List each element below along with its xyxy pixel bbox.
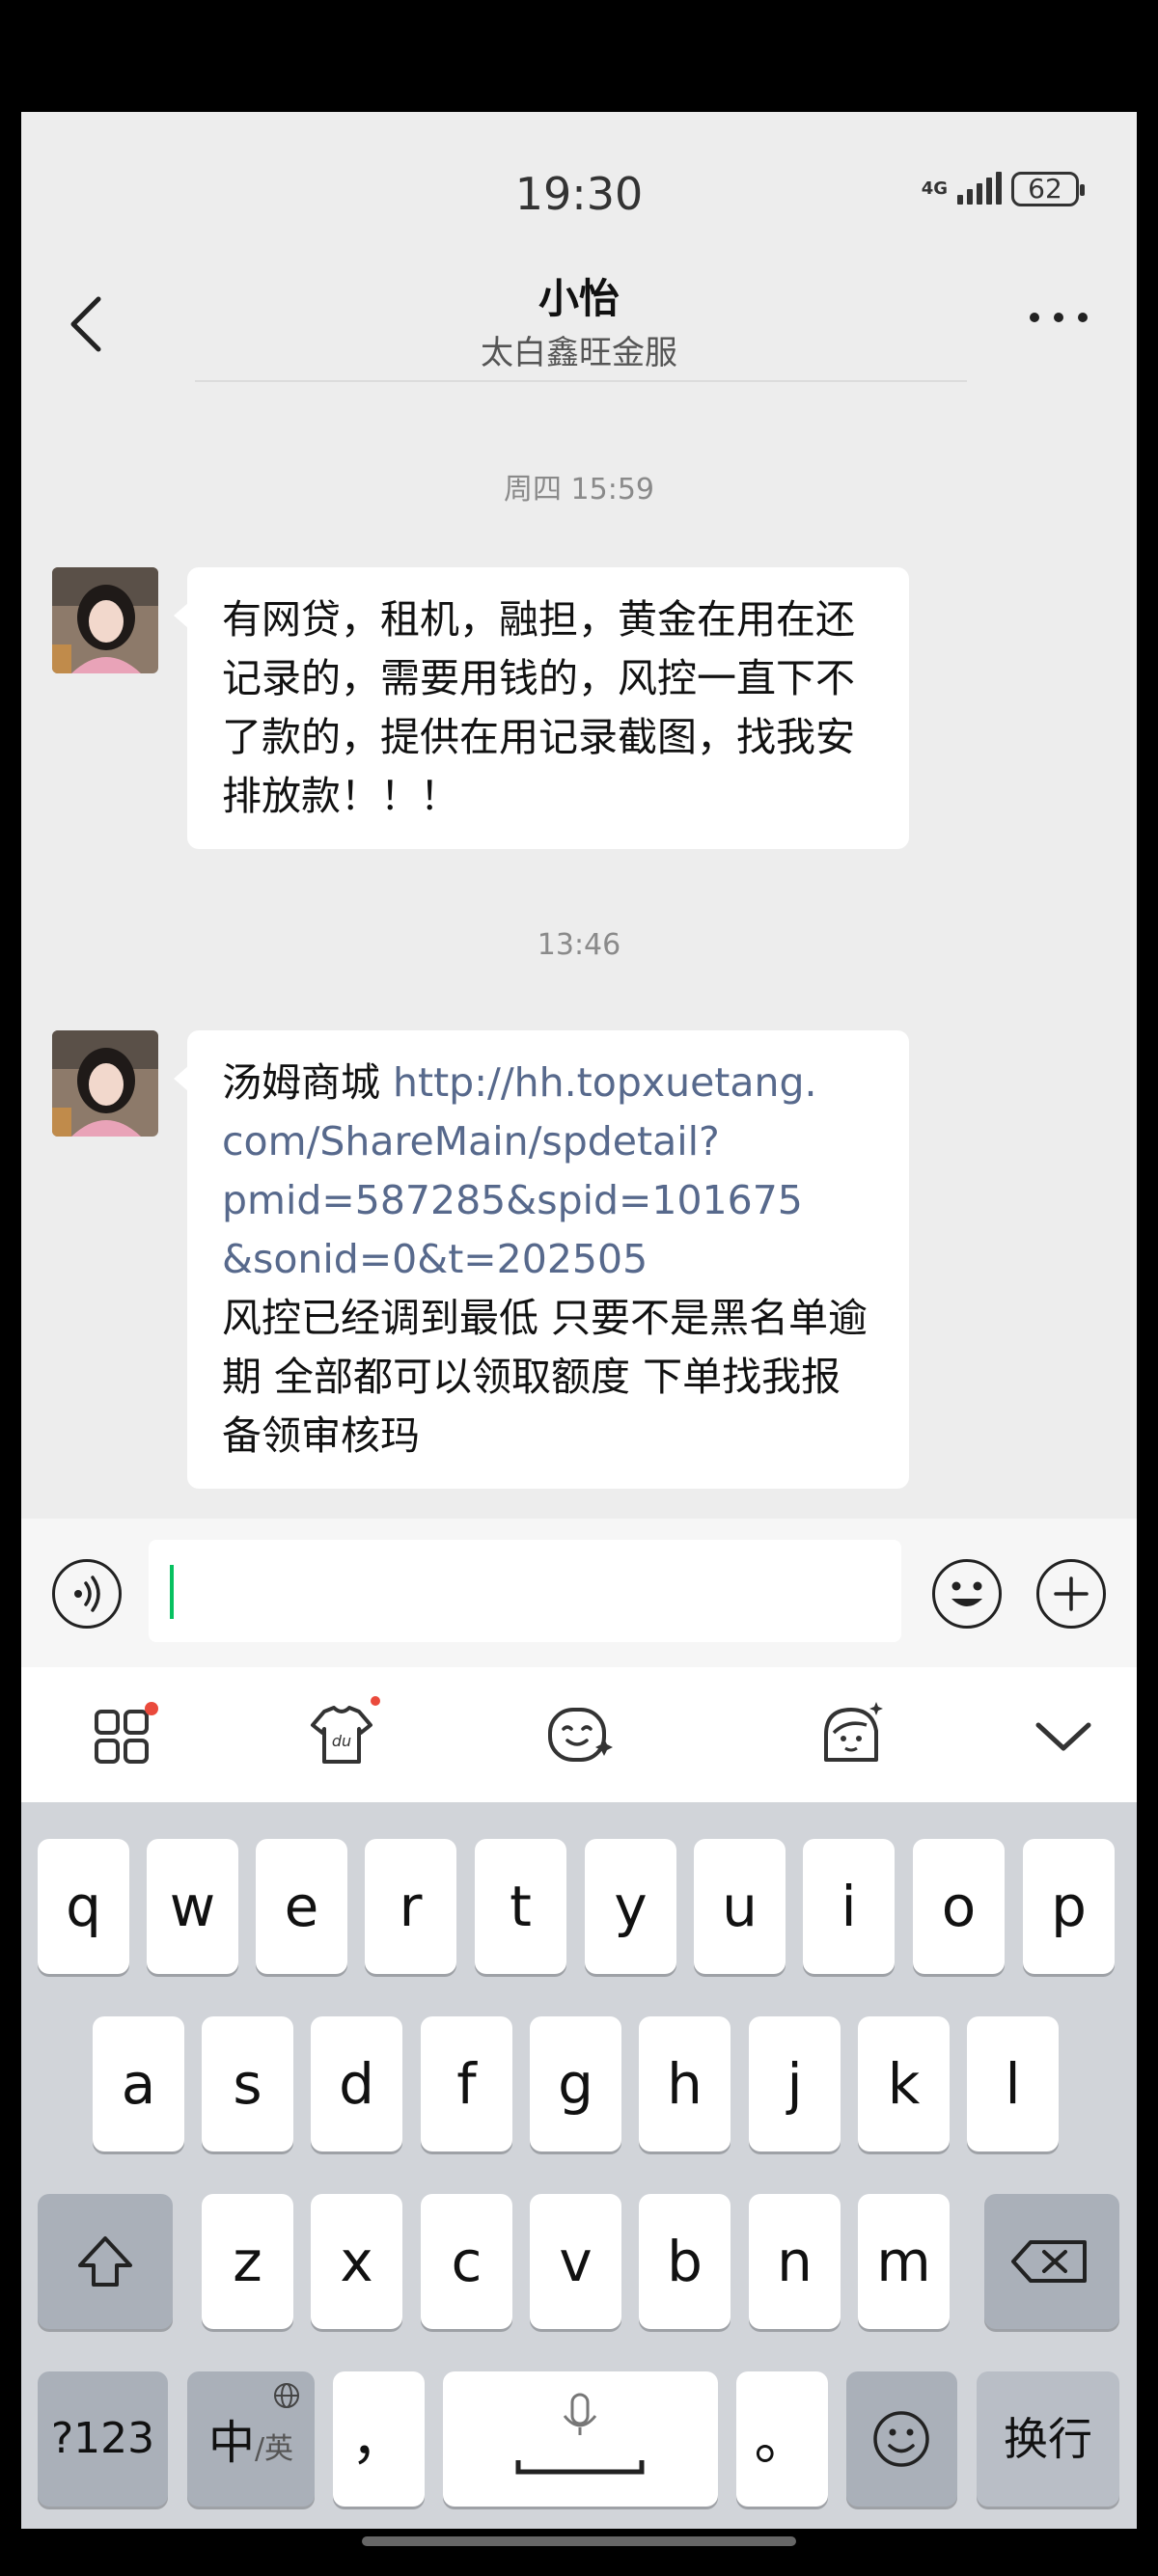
key-n[interactable]: n (749, 2194, 841, 2329)
text-caret (170, 1565, 174, 1619)
network-label: 4G (921, 178, 948, 199)
globe-icon (274, 2383, 299, 2408)
emoji-key[interactable] (846, 2371, 957, 2507)
key-j[interactable]: j (749, 2016, 841, 2151)
avatar[interactable] (52, 1030, 158, 1137)
key-h[interactable]: h (639, 2016, 731, 2151)
key-e[interactable]: e (256, 1839, 347, 1974)
key-d[interactable]: d (311, 2016, 402, 2151)
emoji-button[interactable] (932, 1559, 1002, 1629)
backspace-icon (1011, 2240, 1087, 2283)
language-key-alt: /英 (254, 2432, 294, 2466)
battery-level: 62 (1028, 173, 1062, 205)
voice-input-button[interactable] (52, 1559, 122, 1629)
phone-screen: 19:30 4G 62 小怡 太白鑫旺金服 周四 15:59 有网贷，租机，融担… (21, 112, 1137, 2529)
smile-icon (951, 1581, 982, 1606)
battery-icon: 62 (1011, 172, 1085, 206)
comma-key[interactable]: ， (333, 2371, 425, 2507)
key-l[interactable]: l (967, 2016, 1059, 2151)
more-icon (1030, 313, 1088, 322)
key-p[interactable]: p (1023, 1839, 1115, 1974)
message-text-suffix: 风控已经调到最低 只要不是黑名单逾期 全部都可以领取额度 下单找我报备领审核玛 (222, 1295, 868, 1459)
key-t[interactable]: t (475, 1839, 566, 1974)
keyboard-toolbar: du (21, 1667, 1137, 1802)
key-y[interactable]: y (585, 1839, 676, 1974)
space-key[interactable] (443, 2371, 718, 2507)
key-q[interactable]: q (38, 1839, 129, 1974)
key-i[interactable]: i (803, 1839, 895, 1974)
svg-text:du: du (332, 1732, 351, 1750)
skin-button[interactable]: du (303, 1696, 380, 1773)
status-icons: 4G 62 (922, 172, 1085, 206)
notification-dot (371, 1696, 380, 1706)
key-o[interactable]: o (913, 1839, 1005, 1974)
message-text: 有网贷，租机，融担，黄金在用在还记录的，需要用钱的，风控一直下不了款的，提供在用… (222, 596, 855, 819)
signal-icon (957, 172, 1002, 205)
sticker-face-icon (824, 1702, 883, 1762)
key-r[interactable]: r (365, 1839, 456, 1974)
emoticon-button[interactable] (540, 1696, 618, 1773)
key-k[interactable]: k (858, 2016, 950, 2151)
network-indicator: 4G (922, 180, 948, 198)
soft-keyboard: q w e r t y u i o p a s d f g h j k l z … (21, 1802, 1137, 2529)
language-key[interactable]: 中/英 (187, 2371, 315, 2507)
key-v[interactable]: v (530, 2194, 621, 2329)
message-timestamp: 周四 15:59 (504, 473, 654, 507)
key-w[interactable]: w (147, 1839, 238, 1974)
message-bubble[interactable]: 有网贷，租机，融担，黄金在用在还记录的，需要用钱的，风控一直下不了款的，提供在用… (174, 567, 909, 849)
key-s[interactable]: s (202, 2016, 293, 2151)
key-f[interactable]: f (421, 2016, 512, 2151)
shift-icon (78, 2236, 132, 2287)
input-bar (21, 1519, 1137, 1673)
avatar[interactable] (52, 567, 158, 673)
collapse-keyboard-button[interactable] (1025, 1696, 1102, 1773)
enter-key[interactable]: 换行 (977, 2371, 1119, 2507)
key-u[interactable]: u (694, 1839, 786, 1974)
emoticon-icon (548, 1708, 613, 1762)
voice-icon (74, 1576, 100, 1612)
backspace-key[interactable] (984, 2194, 1119, 2329)
more-options-button[interactable] (1025, 303, 1092, 332)
apps-grid-button[interactable] (87, 1696, 164, 1773)
chevron-down-icon (1035, 1722, 1091, 1751)
message-text-prefix: 汤姆商城 (222, 1059, 394, 1106)
key-m[interactable]: m (858, 2194, 950, 2329)
key-g[interactable]: g (530, 2016, 621, 2151)
key-a[interactable]: a (93, 2016, 184, 2151)
key-x[interactable]: x (311, 2194, 402, 2329)
plus-button[interactable] (1036, 1559, 1106, 1629)
numbers-key[interactable]: ?123 (38, 2371, 168, 2507)
header-divider (195, 380, 967, 382)
message-input[interactable] (149, 1540, 901, 1642)
key-c[interactable]: c (421, 2194, 512, 2329)
message-timestamp: 13:46 (537, 928, 621, 962)
notification-dot (145, 1702, 158, 1715)
microphone-icon (515, 2393, 645, 2475)
plus-icon (1054, 1576, 1089, 1611)
chat-subtitle: 太白鑫旺金服 (481, 334, 677, 372)
chat-title: 小怡 (538, 275, 620, 322)
period-key[interactable]: 。 (736, 2371, 828, 2507)
home-indicator[interactable] (362, 2536, 796, 2546)
key-b[interactable]: b (639, 2194, 731, 2329)
sticker-button[interactable] (813, 1696, 890, 1773)
language-key-main: 中 (207, 2416, 255, 2470)
key-z[interactable]: z (202, 2194, 293, 2329)
smile-icon (873, 2411, 929, 2467)
message-bubble[interactable]: 汤姆商城 http://hh.topxuetang. com/ShareMain/… (174, 1030, 909, 1489)
shift-key[interactable] (38, 2194, 173, 2329)
tshirt-icon: du (311, 1706, 372, 1764)
